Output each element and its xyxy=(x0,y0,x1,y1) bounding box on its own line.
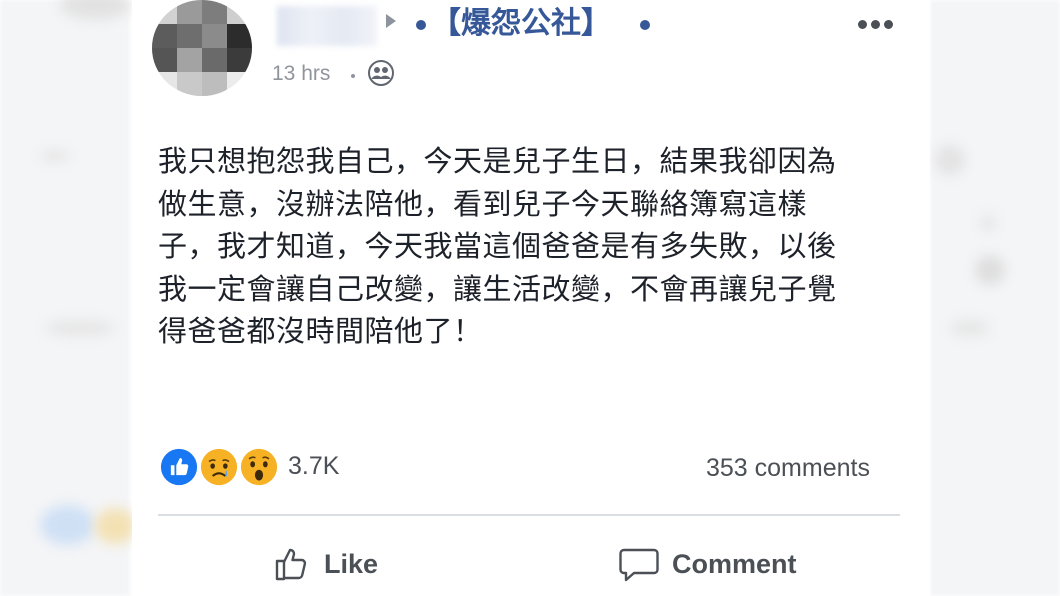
divider xyxy=(158,514,900,516)
avatar[interactable] xyxy=(152,0,252,96)
friends-icon[interactable] xyxy=(368,60,394,86)
group-name-link[interactable]: 【爆怨公社】 xyxy=(431,4,611,44)
blurred-blob xyxy=(935,145,965,175)
dot-icon xyxy=(640,20,650,30)
avatar-pixel xyxy=(152,0,177,24)
post-text-line: 子，我才知道，今天我當這個爸爸是有多失敗，以後 xyxy=(158,229,837,263)
avatar-pixel xyxy=(177,0,202,24)
blurred-blob xyxy=(40,150,70,162)
separator-dot xyxy=(351,74,355,78)
avatar-pixel xyxy=(152,72,177,96)
more-dot xyxy=(858,20,867,29)
avatar-pixel xyxy=(227,0,252,24)
blurred-background-right xyxy=(930,0,1060,596)
avatar-pixel xyxy=(177,72,202,96)
avatar-pixel xyxy=(152,24,177,48)
avatar-pixel xyxy=(227,72,252,96)
reaction-summary[interactable] xyxy=(158,446,298,490)
post-text-line: 得爸爸都沒時間陪他了！ xyxy=(158,314,483,348)
post-text-line: 我只想抱怨我自己，今天是兒子生日，結果我卻因為 xyxy=(158,144,837,178)
more-dot xyxy=(871,20,880,29)
more-dot xyxy=(884,20,893,29)
avatar-pixel xyxy=(227,24,252,48)
post-timestamp[interactable]: 13 hrs xyxy=(272,62,330,86)
wow-reaction-icon xyxy=(238,446,280,488)
avatar-pixel xyxy=(152,48,177,72)
thumbs-up-icon xyxy=(275,548,307,581)
screenshot-stage: 【爆怨公社】 13 hrs 我只想抱怨我自己，今天是兒子生日，結果我卻因為 做生… xyxy=(0,0,1060,596)
comment-button[interactable]: Comment xyxy=(618,538,797,590)
like-label: Like xyxy=(324,548,379,579)
post-text-line: 做生意，沒辦法陪他，看到兒子今天聯絡簿寫這樣 xyxy=(158,186,808,221)
post-card: 【爆怨公社】 13 hrs 我只想抱怨我自己，今天是兒子生日，結果我卻因為 做生… xyxy=(132,0,930,596)
comment-label: Comment xyxy=(672,548,797,579)
reaction-count[interactable]: 3.7K xyxy=(288,452,339,481)
avatar-pixel xyxy=(202,48,227,72)
avatar-pixel xyxy=(202,72,227,96)
blurred-blob xyxy=(40,505,95,545)
avatar-pixel xyxy=(177,48,202,72)
more-options-icon[interactable] xyxy=(858,20,898,30)
blurred-blob xyxy=(45,320,115,336)
like-button[interactable]: Like xyxy=(272,538,378,590)
author-name-blurred[interactable] xyxy=(277,6,377,46)
dot-icon xyxy=(416,20,426,30)
post-body: 我只想抱怨我自己，今天是兒子生日，結果我卻因為 做生意，沒辦法陪他，看到兒子今天… xyxy=(158,140,898,353)
comment-bubble-icon xyxy=(619,548,659,582)
avatar-pixel xyxy=(202,0,227,24)
blurred-blob xyxy=(980,215,996,231)
comment-count-link[interactable]: 353 comments xyxy=(706,454,870,483)
sad-reaction-icon xyxy=(198,446,240,488)
caret-right-icon xyxy=(386,14,396,28)
avatar-pixel xyxy=(227,48,252,72)
blurred-blob xyxy=(95,508,135,544)
post-text-line: 我一定會讓自己改變，讓生活改變，不會再讓兒子覺 xyxy=(158,271,837,306)
avatar-pixel xyxy=(177,24,202,48)
avatar-pixel xyxy=(202,24,227,48)
blurred-blob xyxy=(975,255,1005,285)
blurred-blob xyxy=(950,320,990,336)
like-reaction-icon xyxy=(158,446,200,488)
